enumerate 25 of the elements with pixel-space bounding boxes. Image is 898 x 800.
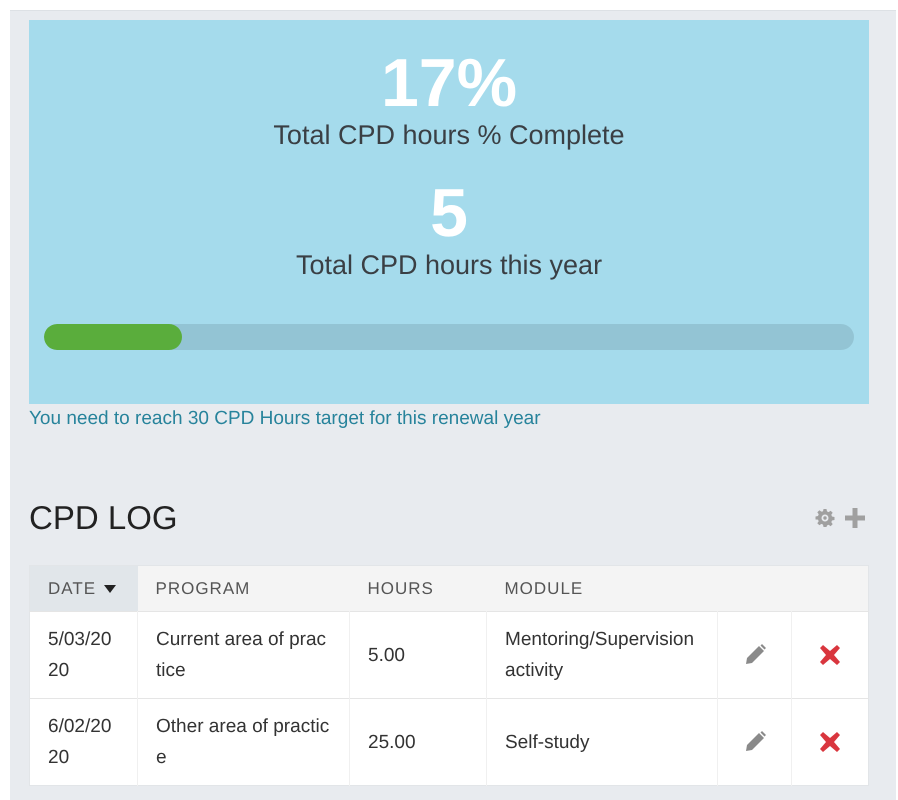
percent-complete: 17% — [380, 48, 518, 118]
table-cell: Other area of practice — [138, 698, 350, 786]
column-header[interactable]: MODULE — [486, 566, 718, 612]
column-header[interactable]: DATE — [30, 566, 138, 612]
table-cell: Self-study — [486, 698, 718, 786]
column-header[interactable]: HOURS — [350, 566, 486, 612]
delete-icon[interactable] — [820, 732, 840, 752]
percent-label: Total CPD hours % Complete — [273, 119, 625, 152]
table-cell: 25.00 — [350, 698, 486, 786]
section-title: CPD LOG — [29, 498, 178, 538]
table-cell: 6/02/2020 — [30, 698, 138, 786]
add-icon[interactable] — [845, 508, 865, 528]
hours-label: Total CPD hours this year — [296, 249, 602, 282]
column-header[interactable]: PROGRAM — [138, 566, 350, 612]
table-cell: Current area of practice — [138, 612, 350, 698]
table-cell: 5.00 — [350, 612, 486, 698]
edit-icon[interactable] — [744, 730, 766, 753]
settings-icon[interactable] — [815, 508, 835, 528]
edit-icon[interactable] — [744, 644, 766, 666]
table-cell: Mentoring/Supervision activity — [486, 612, 718, 698]
sort-descending-icon — [104, 585, 116, 594]
delete-icon[interactable] — [820, 644, 840, 665]
hours-total: 5 — [430, 178, 468, 248]
target-note: You need to reach 30 CPD Hours target for this renewal year — [29, 407, 542, 431]
table-cell: 5/03/2020 — [30, 612, 138, 698]
